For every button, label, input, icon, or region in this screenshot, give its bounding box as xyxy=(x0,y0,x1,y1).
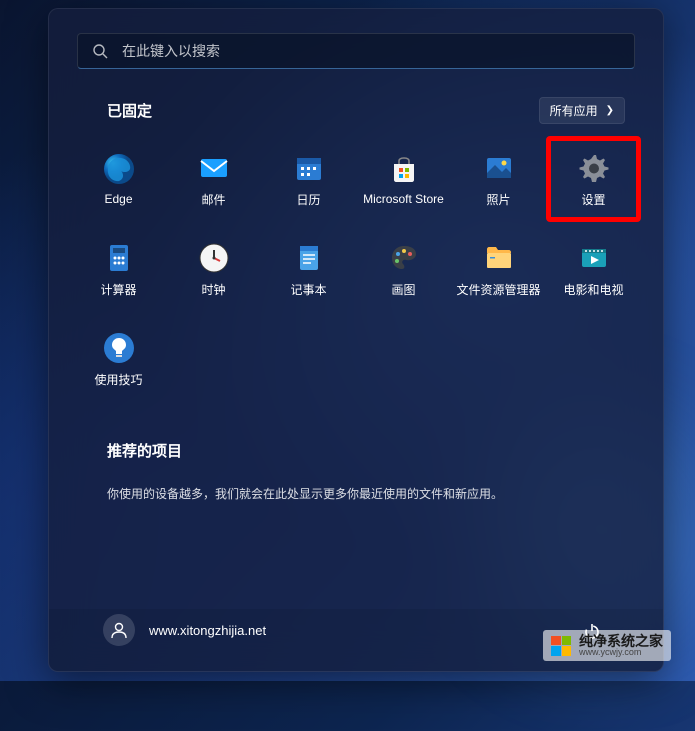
app-label: 文件资源管理器 xyxy=(456,281,540,298)
app-tile-paint[interactable]: 画图 xyxy=(356,226,451,312)
store-icon xyxy=(387,152,421,186)
app-tile-photos[interactable]: 照片 xyxy=(451,136,546,222)
search-icon xyxy=(92,43,108,59)
watermark-main: 纯净系统之家 xyxy=(579,634,663,648)
mail-icon xyxy=(197,151,231,185)
all-apps-button[interactable]: 所有应用 ❯ xyxy=(539,97,625,124)
edge-icon xyxy=(102,152,136,186)
app-tile-settings[interactable]: 设置 xyxy=(546,136,641,222)
app-label: 日历 xyxy=(296,191,320,208)
app-label: 照片 xyxy=(486,191,510,208)
app-label: 时钟 xyxy=(201,281,225,298)
app-tile-movies[interactable]: 电影和电视 xyxy=(546,226,641,312)
app-tile-calendar[interactable]: 日历 xyxy=(261,136,356,222)
pinned-header: 已固定 所有应用 ❯ xyxy=(49,87,663,124)
calculator-icon xyxy=(102,241,136,275)
app-tile-explorer[interactable]: 文件资源管理器 xyxy=(451,226,546,312)
app-label: Microsoft Store xyxy=(363,192,444,206)
app-tile-calculator[interactable]: 计算器 xyxy=(71,226,166,312)
user-name: www.xitongzhijia.net xyxy=(149,623,266,638)
pinned-title: 已固定 xyxy=(107,100,152,121)
app-label: 电影和电视 xyxy=(563,281,623,298)
app-tile-clock[interactable]: 时钟 xyxy=(166,226,261,312)
app-label: 计算器 xyxy=(100,281,136,298)
all-apps-label: 所有应用 xyxy=(550,102,598,119)
chevron-right-icon: ❯ xyxy=(606,105,614,116)
user-avatar-icon xyxy=(103,614,135,646)
tips-icon xyxy=(102,331,136,365)
app-label: 设置 xyxy=(581,191,605,208)
app-label: 记事本 xyxy=(290,281,326,298)
pinned-apps-grid: Edge 邮件 日历 Microsoft Store 照片 xyxy=(49,124,663,402)
search-input[interactable]: 在此键入以搜索 xyxy=(77,33,635,69)
clock-icon xyxy=(197,241,231,275)
movies-icon xyxy=(577,241,611,275)
app-tile-notepad[interactable]: 记事本 xyxy=(261,226,356,312)
explorer-icon xyxy=(482,241,516,275)
app-tile-edge[interactable]: Edge xyxy=(71,136,166,222)
app-label: 画图 xyxy=(391,281,415,298)
settings-icon xyxy=(577,151,611,185)
paint-icon xyxy=(387,241,421,275)
app-tile-store[interactable]: Microsoft Store xyxy=(356,136,451,222)
recommended-section: 推荐的项目 你使用的设备越多，我们就会在此处显示更多你最近使用的文件和新应用。 xyxy=(49,402,663,502)
watermark-logo-icon xyxy=(551,636,571,656)
start-menu: 在此键入以搜索 已固定 所有应用 ❯ Edge 邮件 日历 xyxy=(48,8,664,672)
watermark-sub: www.ycwjy.com xyxy=(579,648,663,657)
app-label: 邮件 xyxy=(201,191,225,208)
recommended-description: 你使用的设备越多，我们就会在此处显示更多你最近使用的文件和新应用。 xyxy=(107,485,605,502)
notepad-icon xyxy=(292,241,326,275)
watermark: 纯净系统之家 www.ycwjy.com xyxy=(543,630,671,661)
search-placeholder: 在此键入以搜索 xyxy=(122,41,620,61)
user-account-button[interactable]: www.xitongzhijia.net xyxy=(103,614,266,646)
calendar-icon xyxy=(292,151,326,185)
recommended-title: 推荐的项目 xyxy=(107,440,605,461)
app-label: Edge xyxy=(104,192,132,206)
app-label: 使用技巧 xyxy=(94,371,142,388)
photos-icon xyxy=(482,151,516,185)
app-tile-mail[interactable]: 邮件 xyxy=(166,136,261,222)
app-tile-tips[interactable]: 使用技巧 xyxy=(71,316,166,402)
